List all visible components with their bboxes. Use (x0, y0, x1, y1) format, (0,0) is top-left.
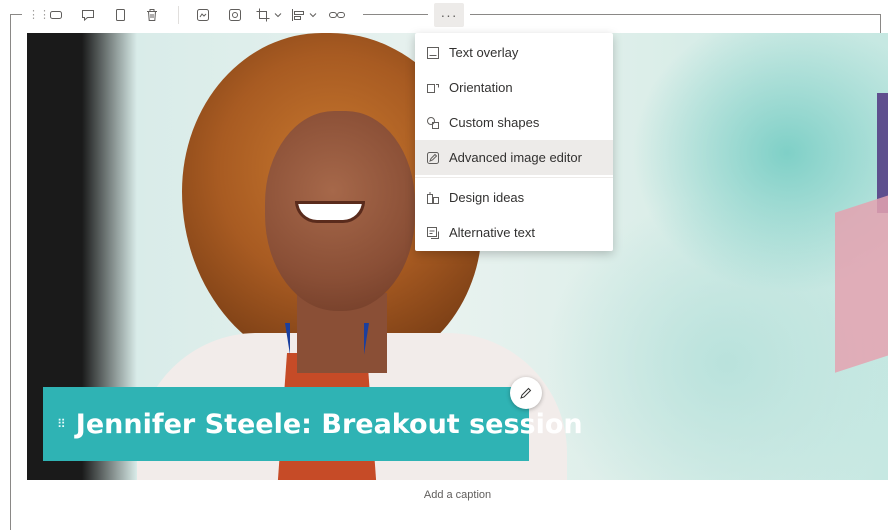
resize-icon (50, 11, 62, 19)
chevron-down-icon (309, 13, 317, 18)
crop-icon (256, 8, 270, 22)
design-ideas-icon (425, 190, 441, 206)
menu-item-custom-shapes[interactable]: Custom shapes (415, 105, 613, 140)
copy-icon (116, 9, 125, 21)
more-options-button[interactable]: ··· (434, 3, 464, 27)
image-toolbar: ⋮⋮ (22, 2, 363, 28)
menu-item-advanced-image-editor[interactable]: Advanced image editor (415, 140, 613, 175)
menu-item-design-ideas[interactable]: Design ideas (415, 180, 613, 215)
chevron-down-icon (274, 13, 282, 18)
comment-icon (82, 10, 94, 22)
link-icon (329, 12, 345, 18)
edit-image-icon (197, 9, 209, 21)
copy-button[interactable] (108, 3, 132, 27)
align-icon (292, 9, 304, 21)
resize-button[interactable] (44, 3, 68, 27)
orientation-icon (425, 80, 441, 96)
menu-item-alternative-text[interactable]: Alternative text (415, 215, 613, 250)
caption-placeholder[interactable]: Add a caption (27, 489, 888, 501)
more-options-wrapper: ··· (428, 2, 470, 28)
more-options-menu: Text overlay Orientation Custom shapes A… (415, 33, 613, 251)
toolbar-divider (178, 6, 179, 24)
edit-image-button[interactable] (191, 3, 215, 27)
menu-item-text-overlay[interactable]: Text overlay (415, 35, 613, 70)
pencil-icon (520, 387, 532, 399)
menu-item-orientation[interactable]: Orientation (415, 70, 613, 105)
menu-item-label: Alternative text (449, 225, 535, 240)
trash-icon (147, 9, 157, 21)
menu-divider (415, 177, 613, 178)
menu-item-label: Advanced image editor (449, 150, 582, 165)
image-editor-icon (425, 150, 441, 166)
comment-button[interactable] (76, 3, 100, 27)
menu-item-label: Orientation (449, 80, 513, 95)
image-shape-pink (835, 193, 888, 373)
edit-overlay-button[interactable] (510, 377, 542, 409)
crop-dropdown[interactable] (255, 3, 282, 27)
reset-image-button[interactable] (223, 3, 247, 27)
alt-text-icon (425, 225, 441, 241)
text-overlay[interactable]: ⠿ Jennifer Steele: Breakout session (43, 387, 583, 461)
custom-shapes-icon (425, 115, 441, 131)
webpart-frame-left (10, 14, 11, 530)
menu-item-label: Design ideas (449, 190, 525, 205)
delete-button[interactable] (140, 3, 164, 27)
drag-handle-icon[interactable]: ⋮⋮ (28, 10, 50, 21)
text-overlay-icon (425, 45, 441, 61)
menu-item-label: Text overlay (449, 45, 519, 60)
menu-item-label: Custom shapes (449, 115, 540, 130)
align-dropdown[interactable] (290, 3, 317, 27)
link-button[interactable] (325, 3, 349, 27)
image-smile (295, 201, 365, 223)
overlay-title[interactable]: Jennifer Steele: Breakout session (76, 409, 583, 440)
reset-image-icon (229, 9, 241, 21)
overlay-drag-handle-icon[interactable]: ⠿ (57, 417, 66, 431)
